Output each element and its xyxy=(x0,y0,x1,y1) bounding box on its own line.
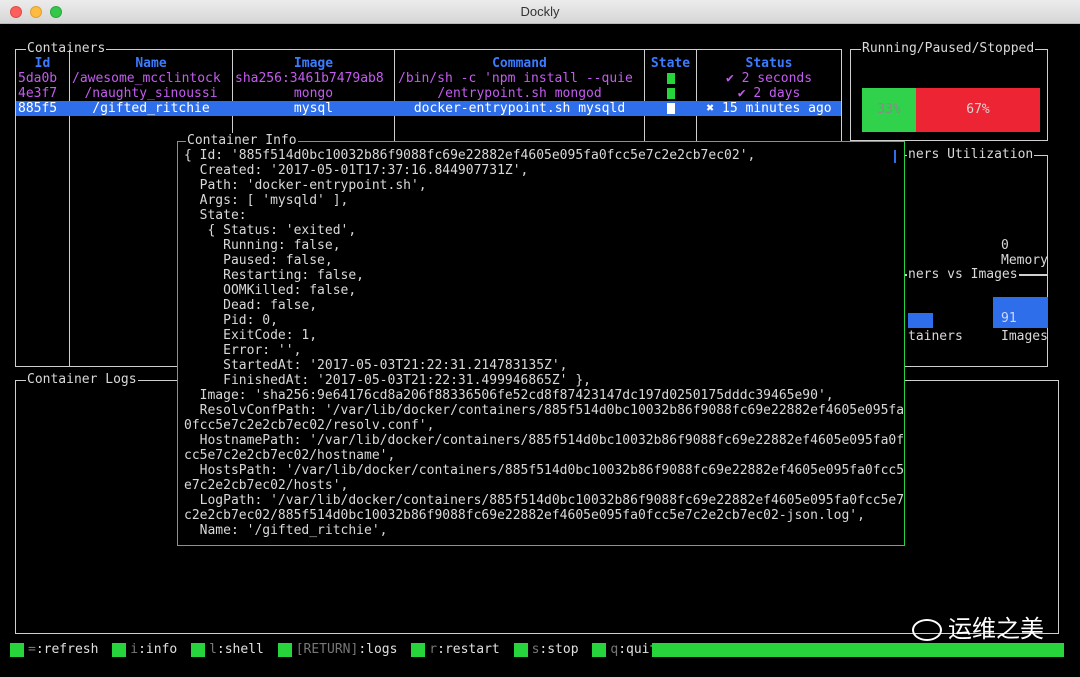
info-dialog-label: Container Info xyxy=(186,133,298,149)
separator-block xyxy=(112,642,127,657)
container-info-json: { Id: '885f514d0bc10032b86f9088fc69e2288… xyxy=(184,148,905,538)
containers-axis-label: tainers xyxy=(908,329,963,344)
cell-state xyxy=(645,86,696,101)
running-panel-label: Running/Paused/Stopped xyxy=(861,41,1036,57)
cell-image: mongo xyxy=(293,86,334,101)
info-scrollbar[interactable] xyxy=(894,150,896,163)
window-title: Dockly xyxy=(520,4,560,19)
window-titlebar: Dockly xyxy=(0,0,1080,24)
containers-panel-label: Containers xyxy=(26,41,107,57)
images-axis-label: Images xyxy=(1001,329,1048,344)
shortcut-quit[interactable]: q:quit xyxy=(610,642,657,657)
shortcut-info[interactable]: i:info xyxy=(130,642,177,657)
cell-id: 5da0b xyxy=(18,71,58,86)
watermark: 运维之美 xyxy=(912,614,1044,644)
header-image[interactable]: Image xyxy=(233,56,394,71)
wechat-icon xyxy=(912,619,942,641)
keybinding-bar: =:refresh i:info l:shell [RETURN]:logs r… xyxy=(10,642,1065,658)
images-bar: 91 xyxy=(993,297,1048,328)
cell-state xyxy=(645,101,696,116)
cell-command: docker-entrypoint.sh mysqld xyxy=(413,101,626,116)
state-stopped-indicator xyxy=(666,103,675,114)
table-row-selected[interactable]: 885f5 /gifted_ritchie mysql docker-entry… xyxy=(16,101,841,116)
state-running-indicator xyxy=(666,88,675,99)
cell-status: ✖ 15 minutes ago xyxy=(706,101,832,116)
separator-block xyxy=(411,642,426,657)
running-bar: 33% xyxy=(862,88,916,132)
cell-id: 4e3f7 xyxy=(18,86,58,101)
shortcut-stop[interactable]: s:stop xyxy=(532,642,579,657)
state-running-indicator xyxy=(666,73,675,84)
separator-block xyxy=(513,642,528,657)
cell-status: ✔ 2 seconds xyxy=(725,71,813,86)
cell-name: /gifted_ritchie xyxy=(92,101,210,116)
shortcut-shell[interactable]: l:shell xyxy=(209,642,264,657)
stopped-bar: 67% xyxy=(916,88,1040,132)
cell-command: /bin/sh -c 'npm install --quie xyxy=(398,71,633,86)
cell-image: mysql xyxy=(293,101,334,116)
header-status[interactable]: Status xyxy=(697,56,841,71)
cell-command: /entrypoint.sh mongod xyxy=(437,86,602,101)
cell-image: sha256:3461b7479ab8 xyxy=(235,71,384,86)
separator-block xyxy=(10,642,24,657)
memory-value: 0 xyxy=(1001,238,1009,253)
cell-name: /awesome_mcclintock xyxy=(72,71,221,86)
images-count: 91 xyxy=(1001,311,1017,326)
cell-name: /naughty_sinoussi xyxy=(84,86,218,101)
running-paused-stopped-panel: Running/Paused/Stopped 33% 67% xyxy=(850,41,1048,141)
separator-block xyxy=(191,642,206,657)
memory-label: Memory xyxy=(1001,253,1048,268)
container-info-dialog[interactable]: Container Info { Id: '885f514d0bc10032b8… xyxy=(177,133,905,546)
cell-state xyxy=(645,71,696,86)
cell-id: 885f5 xyxy=(18,101,58,116)
logs-panel-label: Container Logs xyxy=(26,372,138,388)
shortcut-logs[interactable]: [RETURN]:logs xyxy=(296,642,398,657)
header-state[interactable]: State xyxy=(645,56,696,71)
table-row[interactable]: 4e3f7 /naughty_sinoussi mongo /entrypoin… xyxy=(16,86,841,101)
utilization-panel-label: ners Utilization xyxy=(907,147,1035,163)
table-row[interactable]: 5da0b /awesome_mcclintock sha256:3461b74… xyxy=(16,71,841,86)
shortcut-refresh[interactable]: =:refresh xyxy=(28,642,98,657)
separator-block xyxy=(277,642,292,657)
header-name[interactable]: Name xyxy=(70,56,232,71)
cell-status: ✔ 2 days xyxy=(737,86,801,101)
containers-bar xyxy=(908,313,933,328)
vs-panel-label: ners vs Images xyxy=(907,267,1019,283)
watermark-text: 运维之美 xyxy=(948,615,1044,643)
footer-fill-bar xyxy=(652,643,1064,657)
separator-block xyxy=(592,642,607,657)
terminal: Containers Id Name Image Command State S… xyxy=(0,24,1080,677)
shortcut-restart[interactable]: r:restart xyxy=(429,642,499,657)
header-command[interactable]: Command xyxy=(395,56,644,71)
header-id[interactable]: Id xyxy=(16,56,69,71)
